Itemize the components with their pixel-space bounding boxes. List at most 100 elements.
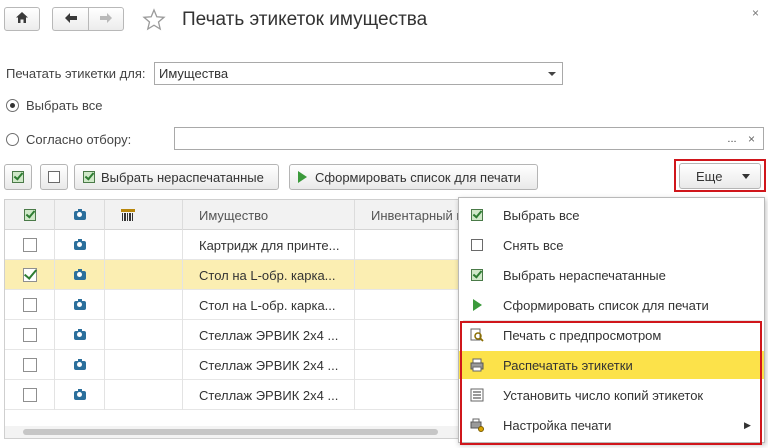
row-barcode-cell (105, 230, 183, 260)
barcode-icon (121, 209, 135, 221)
by-filter-label: Согласно отбору: (26, 132, 132, 147)
menu-item-select-unprinted[interactable]: Выбрать нераспечатанные (459, 261, 764, 289)
home-button[interactable] (4, 7, 40, 31)
camera-icon (73, 358, 86, 370)
forward-button[interactable] (88, 7, 124, 31)
menu-item-label: Снять все (503, 237, 564, 253)
row-property-name: Картридж для принте... (183, 230, 355, 260)
uncheck-all-icon (470, 238, 484, 252)
row-property-name: Стеллаж ЭРВИК 2х4 ... (183, 320, 355, 350)
table-row[interactable]: Стеллаж ЭРВИК 2х4 ... (5, 380, 459, 410)
row-photo-cell[interactable] (55, 320, 105, 350)
camera-icon (73, 298, 86, 310)
annotation-highlight-more (674, 159, 766, 192)
play-icon (298, 171, 307, 183)
uncheck-all-icon (48, 171, 60, 183)
select-all-radio[interactable] (6, 99, 19, 112)
star-icon[interactable] (142, 8, 166, 35)
check-all-icon (12, 171, 24, 183)
table-row[interactable]: Стол на L-обр. карка... (5, 260, 459, 290)
row-photo-cell[interactable] (55, 260, 105, 290)
row-check-cell[interactable] (5, 320, 55, 350)
row-barcode-cell (105, 350, 183, 380)
property-table[interactable]: Имущество Инвентарный н Картридж для при… (4, 199, 460, 439)
header-inventory[interactable]: Инвентарный н (355, 200, 459, 230)
horizontal-scrollbar[interactable] (5, 426, 459, 438)
header-property[interactable]: Имущество (183, 200, 355, 230)
row-checkbox[interactable] (22, 238, 37, 252)
row-checkbox[interactable] (22, 268, 37, 282)
menu-item-label: Сформировать список для печати (503, 297, 709, 313)
row-checkbox[interactable] (22, 298, 37, 312)
row-checkbox[interactable] (22, 328, 37, 342)
select-unprinted-icon (470, 268, 484, 282)
play-icon (470, 298, 484, 312)
row-barcode-cell (105, 320, 183, 350)
menu-item-label: Выбрать все (503, 207, 580, 223)
by-filter-radio[interactable] (6, 133, 19, 146)
arrow-left-icon (64, 12, 78, 27)
close-icon: × (747, 131, 755, 146)
row-barcode-cell (105, 380, 183, 410)
filter-field[interactable] (174, 127, 725, 150)
camera-icon (73, 268, 86, 280)
page-title: Печать этикеток имущества (182, 9, 428, 30)
print-for-field[interactable]: Имущества (154, 62, 543, 85)
annotation-highlight-print-group (460, 321, 762, 445)
row-photo-cell[interactable] (55, 350, 105, 380)
row-inventory-cell (355, 290, 459, 320)
uncheck-all-button[interactable] (40, 164, 68, 190)
print-for-dropdown-button[interactable] (542, 62, 563, 85)
build-list-button[interactable]: Сформировать список для печати (289, 164, 538, 190)
menu-item-uncheck-all[interactable]: Снять все (459, 231, 764, 259)
arrow-right-icon (99, 12, 113, 27)
menu-item-build-list[interactable]: Сформировать список для печати (459, 291, 764, 319)
table-row[interactable]: Стеллаж ЭРВИК 2х4 ... (5, 350, 459, 380)
row-inventory-cell (355, 230, 459, 260)
menu-item-label: Выбрать нераспечатанные (503, 267, 666, 283)
print-for-label: Печатать этикетки для: (6, 66, 146, 81)
filter-clear-button[interactable]: × (740, 127, 764, 150)
close-icon[interactable]: × (752, 6, 759, 20)
header-check[interactable] (5, 200, 55, 230)
select-unprinted-icon (83, 171, 95, 183)
table-row[interactable]: Картридж для принте... (5, 230, 459, 260)
row-inventory-cell (355, 350, 459, 380)
row-inventory-cell (355, 260, 459, 290)
camera-icon (73, 208, 86, 220)
row-check-cell[interactable] (5, 290, 55, 320)
row-checkbox[interactable] (22, 358, 37, 372)
row-inventory-cell (355, 380, 459, 410)
menu-item-check-all[interactable]: Выбрать все (459, 201, 764, 229)
header-barcode[interactable] (105, 200, 183, 230)
row-check-cell[interactable] (5, 230, 55, 260)
table-header: Имущество Инвентарный н (5, 200, 459, 230)
row-photo-cell[interactable] (55, 230, 105, 260)
select-unprinted-label: Выбрать нераспечатанные (101, 169, 264, 185)
row-property-name: Стол на L-обр. карка... (183, 260, 355, 290)
select-unprinted-button[interactable]: Выбрать нераспечатанные (74, 164, 279, 190)
camera-icon (73, 388, 86, 400)
scrollbar-thumb[interactable] (23, 429, 438, 435)
header-photo[interactable] (55, 200, 105, 230)
row-check-cell[interactable] (5, 260, 55, 290)
row-inventory-cell (355, 320, 459, 350)
row-check-cell[interactable] (5, 380, 55, 410)
row-checkbox[interactable] (22, 388, 37, 402)
check-column-icon (23, 209, 36, 221)
back-button[interactable] (52, 7, 88, 31)
filter-choose-button[interactable]: ... (724, 127, 741, 150)
row-photo-cell[interactable] (55, 290, 105, 320)
row-property-name: Стеллаж ЭРВИК 2х4 ... (183, 380, 355, 410)
check-all-icon (470, 208, 484, 222)
row-barcode-cell (105, 290, 183, 320)
camera-icon (73, 238, 86, 250)
home-icon (15, 11, 29, 27)
table-row[interactable]: Стол на L-обр. карка... (5, 290, 459, 320)
row-barcode-cell (105, 260, 183, 290)
check-all-button[interactable] (4, 164, 32, 190)
row-check-cell[interactable] (5, 350, 55, 380)
build-list-label: Сформировать список для печати (315, 169, 521, 185)
table-row[interactable]: Стеллаж ЭРВИК 2х4 ... (5, 320, 459, 350)
row-photo-cell[interactable] (55, 380, 105, 410)
